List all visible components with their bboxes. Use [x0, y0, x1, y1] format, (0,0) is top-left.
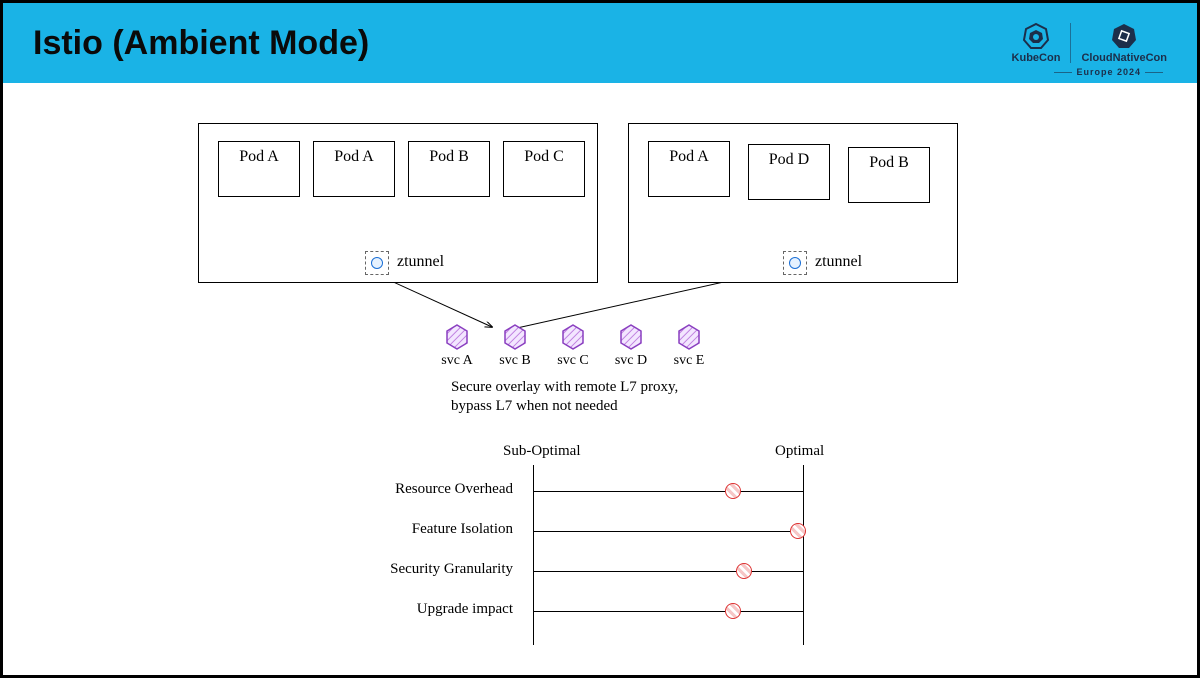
pod-box: Pod D [748, 144, 830, 200]
scale-left-label: Sub-Optimal [503, 443, 581, 460]
scale-right-label: Optimal [775, 443, 824, 460]
service-hex-icon [617, 323, 645, 351]
metric-bar [533, 491, 803, 492]
logo-divider [1070, 23, 1071, 63]
metric-label: Security Granularity [333, 561, 513, 578]
service-label: svc C [549, 353, 597, 369]
scale-tick-right [803, 465, 804, 645]
metric-label: Resource Overhead [333, 481, 513, 498]
metric-marker [790, 523, 806, 539]
metric-marker [736, 563, 752, 579]
europe-label: Europe 2024 [1050, 67, 1167, 77]
ztunnel-dot-icon [789, 257, 801, 269]
cloudnative-icon [1110, 22, 1138, 50]
description-line2: bypass L7 when not needed [451, 397, 678, 416]
scale-tick-left [533, 465, 534, 645]
description-line1: Secure overlay with remote L7 proxy, [451, 378, 678, 397]
ztunnel-right-box [783, 251, 807, 275]
service-label: svc E [665, 353, 713, 369]
service-hex-icon [559, 323, 587, 351]
pod-box: Pod B [408, 141, 490, 197]
ztunnel-left-box [365, 251, 389, 275]
metric-label: Upgrade impact [333, 601, 513, 618]
cloudnative-logo-block: CloudNativeCon [1081, 22, 1167, 64]
logo-group: KubeCon CloudNativeCon Europe 2024 [1012, 22, 1167, 64]
kubecon-icon [1022, 22, 1050, 50]
kubecon-label: KubeCon [1012, 52, 1061, 64]
metric-bar [533, 571, 803, 572]
description: Secure overlay with remote L7 proxy, byp… [451, 378, 678, 416]
diagram-canvas: ztunnel ztunnel Secure overlay with remo… [3, 83, 1200, 681]
metric-label: Feature Isolation [333, 521, 513, 538]
service-label: svc D [607, 353, 655, 369]
metric-marker [725, 483, 741, 499]
pod-box: Pod C [503, 141, 585, 197]
kubecon-logo-block: KubeCon [1012, 22, 1061, 64]
service-label: svc A [433, 353, 481, 369]
pod-box: Pod B [848, 147, 930, 203]
metric-bar [533, 611, 803, 612]
service-hex-icon [501, 323, 529, 351]
metric-marker [725, 603, 741, 619]
pod-box: Pod A [648, 141, 730, 197]
header: Istio (Ambient Mode) KubeCon CloudNative… [3, 3, 1197, 83]
cloudnative-label: CloudNativeCon [1081, 52, 1167, 64]
service-label: svc B [491, 353, 539, 369]
pod-box: Pod A [218, 141, 300, 197]
service-hex-icon [675, 323, 703, 351]
metric-bar [533, 531, 803, 532]
ztunnel-left-label: ztunnel [397, 253, 444, 271]
page-title: Istio (Ambient Mode) [33, 24, 369, 63]
pod-box: Pod A [313, 141, 395, 197]
service-hex-icon [443, 323, 471, 351]
ztunnel-right-label: ztunnel [815, 253, 862, 271]
ztunnel-dot-icon [371, 257, 383, 269]
